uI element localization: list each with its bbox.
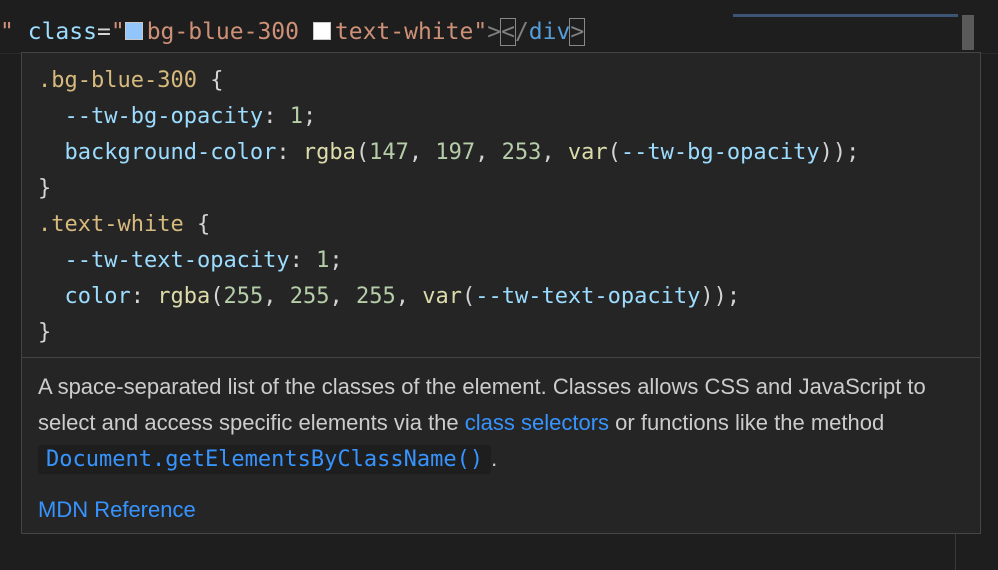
css-value-token: ( — [607, 140, 621, 165]
mdn-reference-link[interactable]: MDN Reference — [38, 492, 964, 528]
css-brace: { — [183, 212, 211, 237]
css-property: --tw-bg-opacity — [64, 104, 264, 129]
css-semicolon: ; — [302, 104, 317, 129]
css-colon: : — [130, 284, 158, 309]
color-swatch-icon[interactable] — [312, 22, 331, 40]
end-tag-slash: / — [514, 19, 529, 45]
css-declaration: background-color: rgba(147, 197, 253, va… — [38, 135, 964, 171]
desc-text: or functions like the method — [609, 410, 885, 435]
css-value-token: 255 — [223, 284, 264, 309]
hover-widget: .bg-blue-300 { --tw-bg-opacity: 1; backg… — [21, 52, 981, 534]
css-value-token: 1 — [289, 104, 303, 129]
css-value-token: )) — [700, 284, 727, 309]
css-declaration: color: rgba(255, 255, 255, var(--tw-text… — [38, 279, 964, 315]
end-tag-open: < — [500, 18, 516, 46]
css-value-token: , — [263, 284, 290, 309]
css-rule-header: .text-white { — [38, 207, 964, 243]
css-value-token: --tw-text-opacity — [475, 284, 701, 309]
css-value-token: , — [408, 140, 436, 165]
scrollbar-thumb[interactable] — [962, 15, 974, 50]
css-value-token: 255 — [289, 284, 330, 309]
inline-code: Document.getElementsByClassName() — [38, 445, 492, 474]
css-value-token: --tw-bg-opacity — [620, 140, 820, 165]
css-declaration: --tw-text-opacity: 1; — [38, 243, 964, 279]
css-value-token: rgba — [302, 140, 356, 165]
css-value-token: , — [329, 284, 356, 309]
css-value-token: 253 — [501, 140, 542, 165]
class-token: text-white — [334, 19, 474, 45]
css-value-token: ( — [355, 140, 370, 165]
editor-line: " class=" bg-blue-300 text-white"></div> — [0, 0, 998, 56]
css-value-token: rgba — [157, 284, 211, 309]
css-colon: : — [263, 104, 290, 129]
equals: = — [96, 19, 111, 45]
class-selectors-link[interactable]: class selectors — [465, 410, 609, 435]
css-property: background-color — [64, 140, 277, 165]
value-close-quote: " — [473, 19, 488, 45]
css-rule-header: .bg-blue-300 { — [38, 63, 964, 99]
css-value-token: 197 — [435, 140, 476, 165]
css-value-token: )) — [819, 140, 847, 165]
value-open-quote: " — [110, 19, 125, 45]
css-rule-close: } — [38, 171, 964, 207]
css-semicolon: ; — [329, 248, 343, 273]
css-semicolon: ; — [726, 284, 741, 309]
desc-text: . — [491, 446, 498, 471]
tag-close: > — [487, 19, 502, 45]
css-brace: } — [38, 176, 52, 201]
css-value-token: 1 — [316, 248, 330, 273]
css-rule-close: } — [38, 315, 964, 351]
css-value-token: var — [422, 284, 462, 309]
css-value-token: , — [475, 140, 502, 165]
css-brace: } — [38, 320, 52, 345]
css-colon: : — [289, 248, 317, 273]
css-value-token: ( — [461, 284, 476, 309]
css-value-token: , — [541, 140, 568, 165]
css-value-token: 255 — [355, 284, 396, 309]
minimap[interactable] — [733, 13, 958, 18]
css-selector: .text-white — [38, 212, 184, 237]
class-token: bg-blue-300 — [146, 19, 300, 45]
stray-quote: " — [0, 19, 14, 45]
css-value-token: ( — [210, 284, 224, 309]
end-tag-name: div — [528, 19, 571, 45]
css-colon: : — [276, 140, 303, 165]
css-selector: .bg-blue-300 — [38, 68, 197, 93]
css-value-token: 147 — [369, 140, 409, 165]
css-property: --tw-text-opacity — [64, 248, 290, 273]
hover-description: A space-separated list of the classes of… — [22, 358, 980, 528]
css-semicolon: ; — [846, 140, 860, 165]
css-property: color — [64, 284, 131, 309]
end-tag-close: > — [569, 18, 586, 46]
css-value-token: var — [567, 140, 608, 165]
css-declaration: --tw-bg-opacity: 1; — [38, 99, 964, 135]
color-swatch-icon[interactable] — [124, 22, 143, 40]
attr-name: class — [27, 19, 97, 45]
code-line[interactable]: " class=" bg-blue-300 text-white"></div> — [0, 14, 586, 50]
css-preview: .bg-blue-300 { --tw-bg-opacity: 1; backg… — [22, 53, 980, 345]
css-brace: { — [196, 68, 224, 93]
css-value-token: , — [395, 284, 423, 309]
